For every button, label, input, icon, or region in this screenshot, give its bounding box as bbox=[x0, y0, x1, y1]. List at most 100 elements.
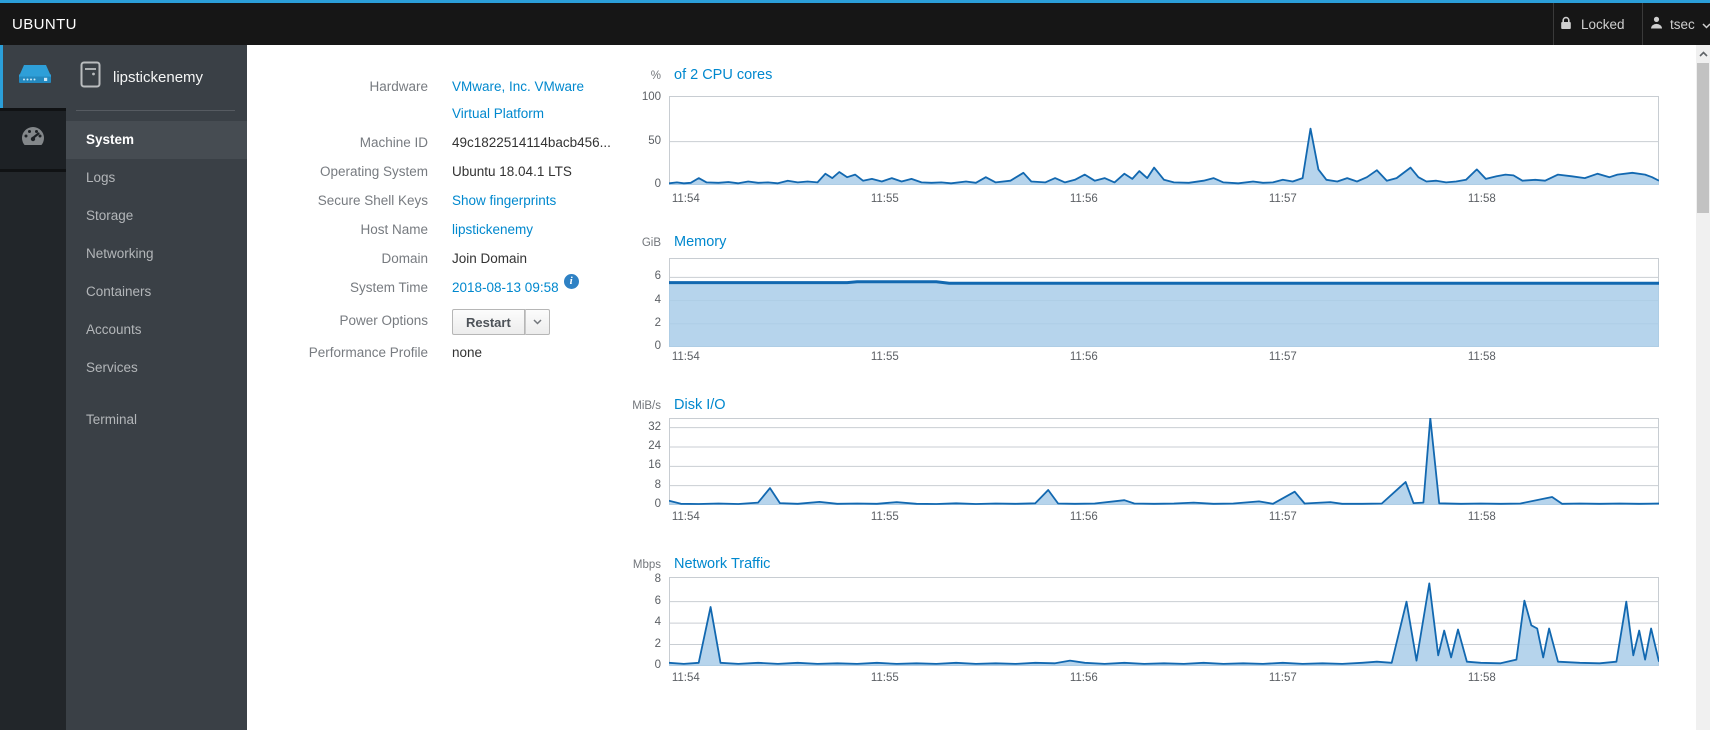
info-label-domain: Domain bbox=[381, 251, 428, 266]
y-axis-tick-label: 4 bbox=[654, 616, 661, 629]
top-navbar: UBUNTU Locked tsec bbox=[0, 3, 1710, 45]
x-axis-tick-label: 11:58 bbox=[1467, 193, 1496, 205]
host-name-label: lipstickenemy bbox=[113, 68, 204, 86]
navbar-divider bbox=[1642, 3, 1643, 45]
y-axis-tick-label: 16 bbox=[648, 459, 661, 472]
y-axis-tick-label: 24 bbox=[648, 440, 661, 452]
info-row-machine-id: Machine ID 49c1822514114bacb456... bbox=[260, 129, 620, 156]
locked-label: Locked bbox=[1581, 16, 1625, 32]
system-info-table: Hardware VMware, Inc. VMware Virtual Plat… bbox=[260, 73, 620, 368]
user-icon bbox=[1650, 16, 1663, 32]
x-axis-tick-label: 11:54 bbox=[671, 672, 700, 684]
info-label-secure-shell-keys: Secure Shell Keys bbox=[317, 193, 428, 208]
restart-button[interactable]: Restart bbox=[452, 309, 525, 335]
x-axis-tick-label: 11:57 bbox=[1268, 193, 1297, 205]
sidebar-item-storage[interactable]: Storage bbox=[66, 197, 247, 235]
chart-plot-of-2-cpu-cores[interactable] bbox=[669, 96, 1659, 185]
info-row-secure-shell-keys: Secure Shell Keys Show fingerprints bbox=[260, 187, 620, 214]
sidebar-item-services[interactable]: Services bbox=[66, 349, 247, 387]
dashboard-nav-item[interactable] bbox=[0, 111, 66, 172]
sidebar-item-accounts[interactable]: Accounts bbox=[66, 311, 247, 349]
host-server-icon bbox=[80, 61, 101, 93]
host-header: lipstickenemy bbox=[66, 45, 247, 107]
info-value-performance-profile: none bbox=[452, 345, 483, 360]
scrollbar-up-arrow[interactable] bbox=[1696, 47, 1710, 61]
info-label-operating-system: Operating System bbox=[319, 164, 428, 179]
y-axis-tick-label: 6 bbox=[654, 594, 661, 607]
x-axis-tick-label: 11:55 bbox=[870, 672, 899, 684]
x-axis-tick-label: 11:58 bbox=[1467, 672, 1496, 684]
sidebar-item-system[interactable]: System bbox=[66, 121, 247, 159]
x-axis-tick-label: 11:54 bbox=[671, 351, 700, 363]
page-scrollbar[interactable] bbox=[1696, 45, 1710, 730]
chart-header-memory: GiB Memory bbox=[600, 233, 727, 253]
chart-title-link-disk-i-o[interactable]: Disk I/O bbox=[674, 397, 726, 413]
sidebar-item-containers[interactable]: Containers bbox=[66, 273, 247, 311]
y-axis-tick-label: 0 bbox=[654, 498, 661, 510]
chart-plot-network-traffic[interactable] bbox=[669, 577, 1659, 666]
x-axis-tick-label: 11:58 bbox=[1467, 511, 1496, 523]
info-row-system-time: System Time 2018-08-13 09:58 i bbox=[260, 274, 620, 301]
chart-header-of-2-cpu-cores: % of 2 CPU cores bbox=[600, 66, 773, 86]
host-sidebar: lipstickenemy System Logs Storage Networkin… bbox=[66, 45, 247, 730]
power-options-dropdown-toggle[interactable] bbox=[524, 309, 550, 335]
y-axis-tick-label: 8 bbox=[654, 478, 661, 491]
info-row-power-options: Power Options Restart bbox=[260, 303, 620, 337]
dashboard-gauge-icon bbox=[20, 125, 46, 156]
sidebar-item-logs[interactable]: Logs bbox=[66, 159, 247, 197]
chart-header-disk-i-o: MiB/s Disk I/O bbox=[600, 396, 726, 416]
x-axis-tick-label: 11:54 bbox=[671, 193, 700, 205]
user-menu[interactable]: tsec bbox=[1650, 3, 1710, 45]
chart-title-link-memory[interactable]: Memory bbox=[674, 234, 726, 250]
y-axis-tick-label: 32 bbox=[648, 420, 661, 433]
sidebar-item-networking[interactable]: Networking bbox=[66, 235, 247, 273]
info-value-machine-id: 49c1822514114bacb456... bbox=[452, 135, 611, 150]
sidebar-item-terminal[interactable]: Terminal bbox=[66, 401, 247, 439]
info-value-operating-system: Ubuntu 18.04.1 LTS bbox=[452, 164, 572, 179]
x-axis-tick-label: 11:57 bbox=[1268, 511, 1297, 523]
chart-unit-label: MiB/s bbox=[632, 400, 661, 412]
chart-unit-label: GiB bbox=[641, 237, 661, 249]
info-row-host-name: Host Name lipstickenemy bbox=[260, 216, 620, 243]
x-axis-tick-label: 11:54 bbox=[671, 511, 700, 523]
server-nav-item[interactable] bbox=[0, 45, 66, 108]
navbar-divider bbox=[1553, 3, 1554, 45]
server-icon bbox=[17, 62, 53, 91]
top-accent-strip bbox=[0, 0, 1710, 3]
chart-unit-label: Mbps bbox=[632, 559, 661, 571]
info-value-domain: Join Domain bbox=[452, 251, 528, 266]
info-value-system-time[interactable]: 2018-08-13 09:58 bbox=[452, 274, 559, 301]
user-label: tsec bbox=[1670, 16, 1695, 32]
app-icon-strip bbox=[0, 45, 66, 730]
chart-header-network-traffic: Mbps Network Traffic bbox=[600, 555, 771, 575]
info-label-system-time: System Time bbox=[349, 280, 428, 295]
brand-label: UBUNTU bbox=[12, 15, 77, 33]
info-row-hardware: Hardware VMware, Inc. VMware Virtual Plat… bbox=[260, 73, 620, 127]
info-label-performance-profile: Performance Profile bbox=[308, 345, 428, 360]
x-axis-tick-label: 11:55 bbox=[870, 351, 899, 363]
y-axis-tick-label: 2 bbox=[654, 637, 661, 650]
x-axis-tick-label: 11:56 bbox=[1069, 672, 1098, 684]
info-value-host-name[interactable]: lipstickenemy bbox=[452, 216, 533, 243]
x-axis-tick-label: 11:55 bbox=[870, 511, 899, 523]
info-value-hardware[interactable]: VMware, Inc. VMware Virtual Platform bbox=[452, 73, 604, 127]
x-axis-tick-label: 11:56 bbox=[1069, 193, 1098, 205]
info-circle-icon[interactable]: i bbox=[563, 274, 579, 289]
scrollbar-thumb[interactable] bbox=[1697, 63, 1709, 213]
chevron-down-icon bbox=[1702, 17, 1710, 32]
chart-plot-disk-i-o[interactable] bbox=[669, 418, 1659, 505]
chart-plot-memory[interactable] bbox=[669, 258, 1659, 347]
power-options-split-button[interactable]: Restart bbox=[452, 309, 550, 335]
y-axis-tick-label: 0 bbox=[654, 659, 661, 671]
info-value-secure-shell-keys[interactable]: Show fingerprints bbox=[452, 187, 556, 214]
locked-indicator[interactable]: Locked bbox=[1560, 3, 1625, 45]
chart-title-link-network-traffic[interactable]: Network Traffic bbox=[674, 556, 770, 572]
lock-icon bbox=[1560, 16, 1572, 33]
x-axis-tick-label: 11:57 bbox=[1268, 351, 1297, 363]
cockpit-system-page: UBUNTU Locked tsec lipstickenemy System … bbox=[0, 0, 1710, 730]
sidebar-menu: System Logs Storage Networking Containers Acc… bbox=[66, 121, 247, 439]
info-row-operating-system: Operating System Ubuntu 18.04.1 LTS bbox=[260, 158, 620, 185]
x-axis-tick-label: 11:58 bbox=[1467, 351, 1496, 363]
chart-title-link-of-2-cpu-cores[interactable]: of 2 CPU cores bbox=[674, 67, 772, 83]
info-label-machine-id: Machine ID bbox=[359, 135, 428, 150]
